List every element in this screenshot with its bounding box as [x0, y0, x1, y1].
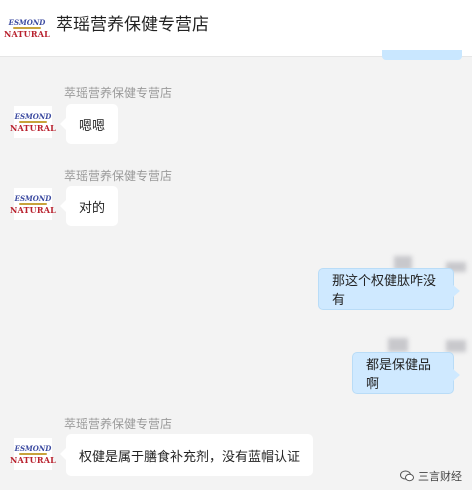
message-bubble[interactable]: 对的 [59, 186, 119, 226]
sender-avatar[interactable]: ESMOND NATURAL [10, 106, 56, 138]
sender-avatar[interactable]: ESMOND NATURAL [10, 188, 56, 220]
sender-name: 萃瑶营养保健专营店 [64, 417, 173, 431]
store-title: 萃瑶营养保健专营店 [56, 15, 209, 35]
sender-avatar[interactable]: ESMOND NATURAL [10, 438, 56, 470]
sender-name: 萃瑶营养保健专营店 [64, 169, 173, 183]
logo-text-bottom: NATURAL [10, 204, 56, 215]
chat-header: ESMOND NATURAL 萃瑶营养保健专营店 [0, 0, 472, 57]
previous-message-bubble [382, 50, 462, 60]
logo-text-top: ESMOND [14, 443, 52, 453]
message-bubble[interactable]: 那这个权健肽咋没有 [318, 268, 460, 310]
sender-name: 萃瑶营养保健专营店 [64, 86, 173, 100]
store-logo[interactable]: ESMOND NATURAL [4, 12, 50, 44]
watermark-text: 三言财经 [418, 470, 462, 483]
logo-text-top: ESMOND [8, 17, 46, 27]
logo-text-bottom: NATURAL [10, 122, 56, 133]
message-bubble[interactable]: 嗯嗯 [59, 104, 119, 144]
watermark: 三言财经 [400, 468, 462, 484]
wechat-icon [400, 470, 414, 482]
message-bubble[interactable]: 都是保健品啊 [352, 352, 460, 394]
logo-text-top: ESMOND [14, 111, 52, 121]
message-bubble[interactable]: 权健是属于膳食补充剂，没有蓝帽认证 [59, 434, 314, 476]
blurred-avatar [446, 340, 466, 352]
logo-text-top: ESMOND [14, 193, 52, 203]
logo-text-bottom: NATURAL [4, 28, 50, 39]
logo-text-bottom: NATURAL [10, 454, 56, 465]
blurred-avatar [388, 338, 408, 352]
